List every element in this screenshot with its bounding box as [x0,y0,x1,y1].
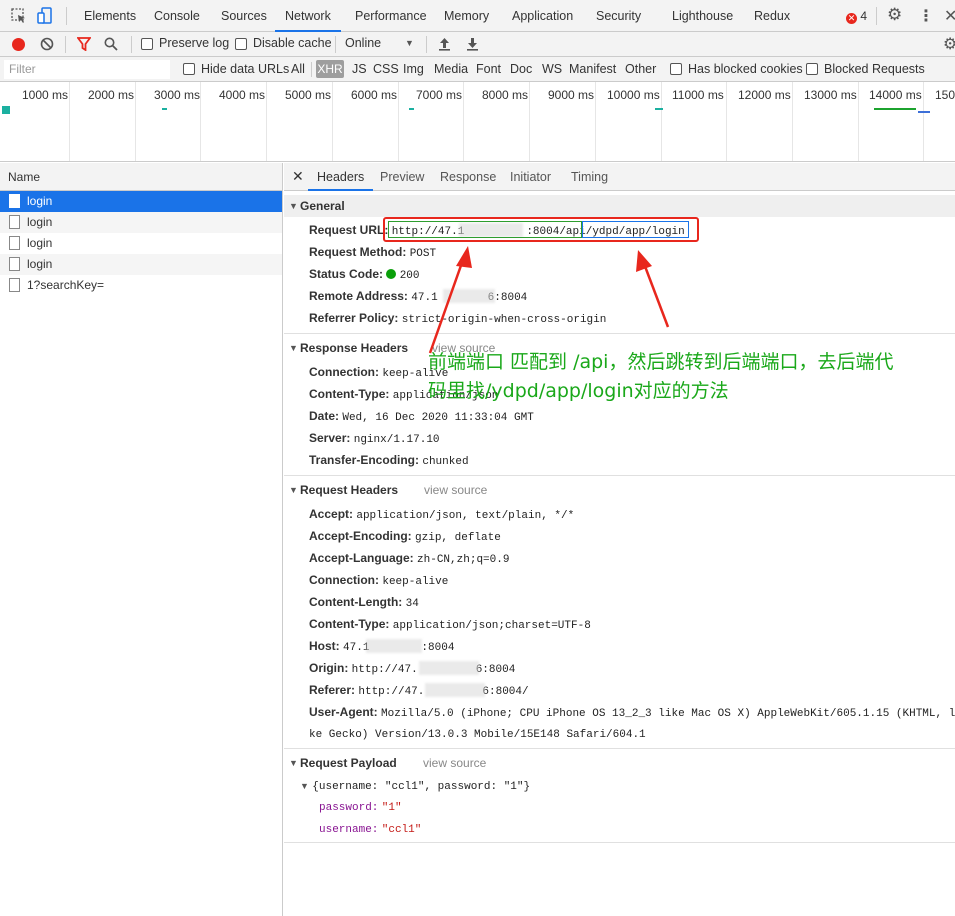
annotation-arrows [428,246,670,354]
annotation-note-line-2: 码里找/ydpd/app/login对应的方法 [428,380,729,402]
annotation-note-line-1: 前端端口 匹配到 /api，然后跳转到后端端口，去后端代 [428,351,894,373]
